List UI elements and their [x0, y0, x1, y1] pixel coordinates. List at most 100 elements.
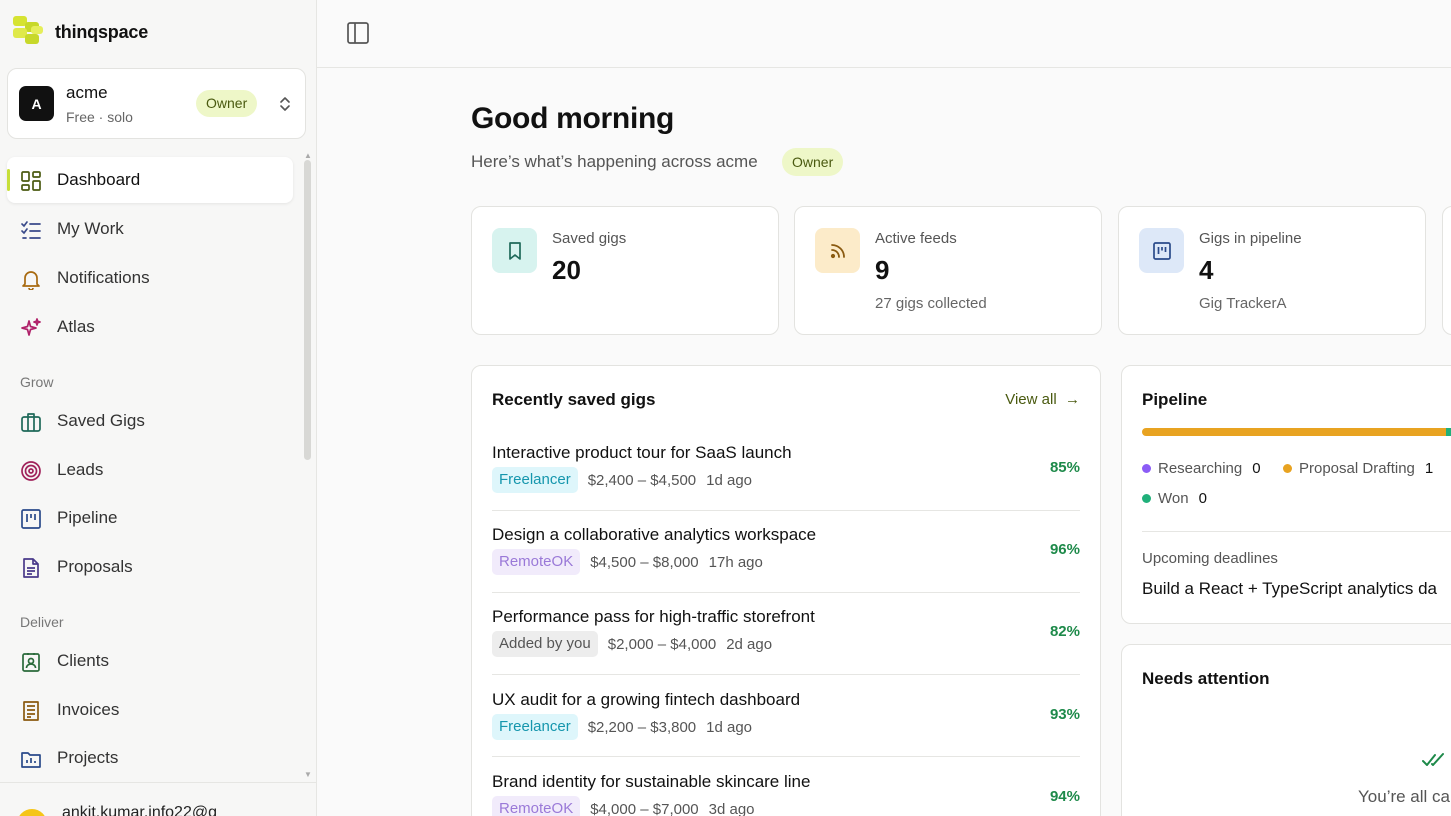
scroll-up-arrow[interactable]: ▲	[304, 151, 312, 160]
gig-match-score: 82%	[1049, 623, 1080, 640]
gig-match-score: 96%	[1049, 541, 1080, 558]
sidebar-item-my-work[interactable]: My Work	[7, 206, 293, 252]
sidebar-item-proposals[interactable]: Proposals	[7, 544, 293, 590]
sidebar-item-clients[interactable]: Clients	[7, 638, 293, 684]
gig-age: 17h ago	[708, 553, 763, 571]
stat-sub: Gig TrackerA	[1199, 295, 1287, 312]
recent-gigs-card: Recently saved gigs View all → Interacti…	[471, 365, 1101, 816]
sidebar-item-label: Dashboard	[57, 170, 141, 189]
stat-value: 9	[875, 255, 890, 285]
org-role-badge: Owner	[196, 90, 258, 117]
sidebar-scrollbar[interactable]	[304, 160, 311, 460]
gig-budget: $2,000 – $4,000	[607, 635, 717, 653]
briefcase-icon	[21, 413, 41, 432]
pipeline-legend-researching: Researching 0	[1142, 460, 1261, 477]
legend-label: Won	[1158, 490, 1189, 507]
sidebar-item-notifications[interactable]: Notifications	[7, 255, 293, 301]
sidebar-item-label: Atlas	[57, 317, 95, 336]
stat-label: Active feeds	[875, 230, 957, 247]
double-check-icon	[1422, 753, 1444, 766]
upcoming-deadlines-label: Upcoming deadlines	[1142, 550, 1278, 567]
top-bar	[317, 0, 1451, 68]
gig-row[interactable]: Performance pass for high-traffic storef…	[492, 599, 1080, 681]
role-badge: Owner	[782, 148, 844, 176]
stat-icon-box	[815, 228, 860, 273]
thinqspace-logo-icon	[13, 16, 43, 44]
bell-icon	[22, 271, 40, 290]
dashboard-icon	[21, 171, 41, 191]
pipeline-legend-won: Won 0	[1142, 490, 1207, 507]
card-title: Needs attention	[1142, 669, 1270, 688]
gig-source-badge: Added by you	[492, 631, 598, 657]
gig-title: Brand identity for sustainable skincare …	[492, 772, 811, 791]
gig-source-badge: Freelancer	[492, 714, 578, 740]
gig-source-badge: Freelancer	[492, 467, 578, 493]
stat-card-active-feeds[interactable]: Active feeds 9 27 gigs collected	[794, 206, 1102, 335]
user-menu[interactable]: ankit.kumar.info22@g	[0, 782, 316, 816]
org-switcher[interactable]: A acme Free · solo Owner	[7, 68, 306, 139]
gig-budget: $2,400 – $4,500	[587, 471, 697, 489]
upcoming-deadline-item[interactable]: Build a React + TypeScript analytics da	[1142, 579, 1437, 599]
sidebar-item-saved-gigs[interactable]: Saved Gigs	[7, 398, 293, 444]
sidebar-item-label: My Work	[57, 219, 124, 238]
gig-meta: Freelancer $2,400 – $4,500 1d ago	[492, 467, 752, 493]
sidebar-item-label: Pipeline	[57, 508, 118, 527]
gig-match-score: 94%	[1049, 788, 1080, 805]
contact-icon	[22, 653, 40, 672]
gig-match-score: 93%	[1049, 706, 1080, 723]
brand[interactable]: thinqspace	[11, 14, 148, 50]
stat-card-saved-gigs[interactable]: Saved gigs 20	[471, 206, 779, 335]
gig-age: 2d ago	[726, 635, 773, 653]
gig-row[interactable]: Design a collaborative analytics workspa…	[492, 517, 1080, 599]
sidebar-toggle-icon[interactable]	[346, 21, 370, 45]
document-icon	[23, 558, 39, 578]
view-all-label: View all	[1005, 391, 1057, 408]
bookmark-icon	[508, 241, 521, 260]
sidebar-item-pipeline[interactable]: Pipeline	[7, 495, 293, 541]
pipeline-progress-bar	[1142, 428, 1451, 436]
brand-name: thinqspace	[55, 21, 149, 42]
stat-card-pipeline[interactable]: Gigs in pipeline 4 Gig TrackerA	[1118, 206, 1426, 335]
stat-label: Gigs in pipeline	[1199, 230, 1302, 247]
sidebar-item-atlas[interactable]: Atlas	[7, 304, 293, 350]
chevron-updown-icon[interactable]	[278, 94, 292, 114]
sidebar-item-label: Notifications	[57, 268, 150, 287]
card-title: Recently saved gigs	[492, 390, 656, 409]
gig-title: UX audit for a growing fintech dashboard	[492, 690, 801, 709]
gig-source-badge: RemoteOK	[492, 796, 581, 816]
legend-label: Proposal Drafting	[1299, 460, 1415, 477]
stat-card-partial[interactable]	[1442, 206, 1451, 335]
gig-title: Interactive product tour for SaaS launch	[492, 443, 792, 462]
stat-value: 20	[552, 255, 581, 285]
divider	[492, 674, 1080, 675]
legend-label: Researching	[1158, 460, 1243, 477]
gig-row[interactable]: UX audit for a growing fintech dashboard…	[492, 682, 1080, 764]
gig-row[interactable]: Brand identity for sustainable skincare …	[492, 764, 1080, 816]
legend-count: 0	[1198, 490, 1207, 507]
sidebar-item-dashboard[interactable]: Dashboard	[7, 157, 293, 203]
scroll-down-arrow[interactable]: ▼	[304, 770, 312, 779]
rss-icon	[830, 243, 845, 258]
gig-title: Design a collaborative analytics workspa…	[492, 525, 817, 544]
gig-age: 3d ago	[708, 800, 755, 816]
kanban-icon	[1152, 241, 1171, 260]
receipt-icon	[23, 701, 39, 721]
nav-group-deliver: Deliver	[20, 614, 64, 630]
gig-row[interactable]: Interactive product tour for SaaS launch…	[492, 435, 1080, 517]
view-all-link[interactable]: View all →	[1005, 391, 1080, 408]
sidebar-item-label: Leads	[57, 460, 104, 479]
sidebar-item-projects[interactable]: Projects	[7, 735, 293, 781]
sidebar-item-label: Clients	[57, 651, 109, 670]
pipeline-card: Pipeline Researching 0 Proposal Drafting…	[1121, 365, 1451, 624]
gig-meta: RemoteOK $4,000 – $7,000 3d ago	[492, 796, 755, 816]
sidebar-item-invoices[interactable]: Invoices	[7, 687, 293, 733]
user-avatar	[17, 809, 47, 816]
gig-age: 1d ago	[706, 471, 753, 489]
arrow-right-icon: →	[1060, 391, 1080, 408]
sidebar-item-label: Invoices	[57, 700, 120, 719]
org-plan: Free · solo	[66, 109, 133, 125]
stat-label: Saved gigs	[552, 230, 627, 247]
sidebar-item-leads[interactable]: Leads	[7, 447, 293, 493]
user-email: ankit.kumar.info22@g	[62, 804, 217, 816]
divider	[492, 592, 1080, 593]
